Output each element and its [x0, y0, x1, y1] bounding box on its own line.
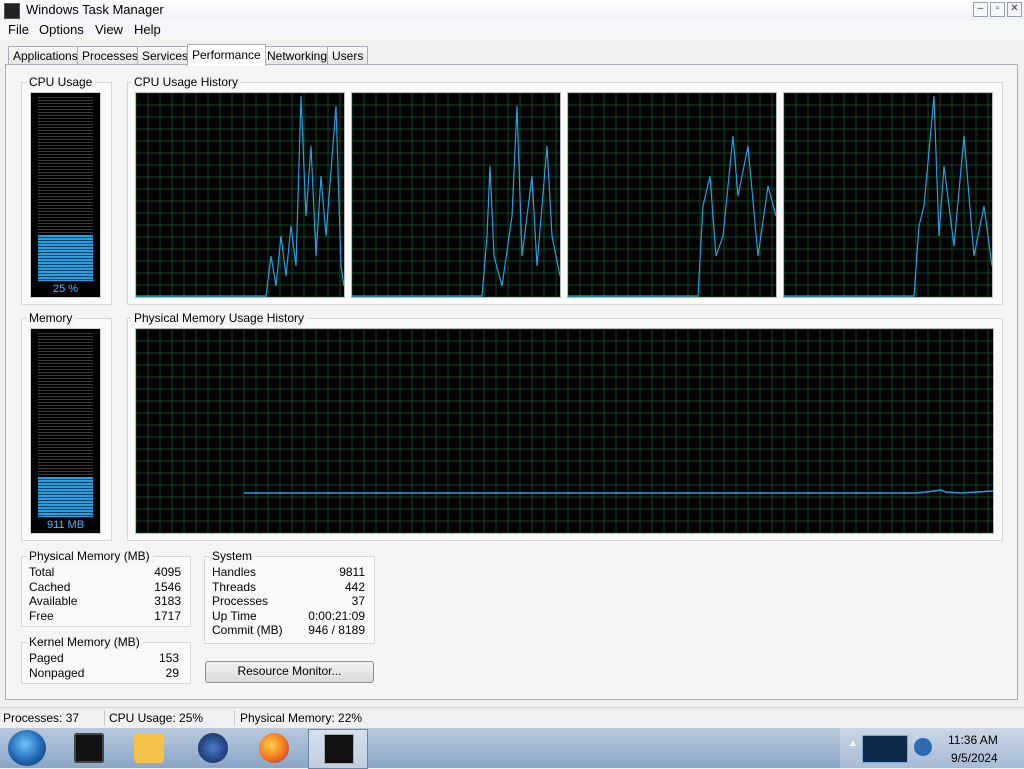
terminal-icon[interactable] [74, 733, 104, 763]
physical-cached-value: 1546 [154, 580, 181, 594]
kernel-memory-label: Kernel Memory (MB) [26, 635, 143, 649]
cpu-graph-svg-1 [136, 93, 344, 297]
cpu-history-trace [784, 95, 992, 297]
system-processes-label: Processes [212, 594, 269, 608]
system-threads-label: Threads [212, 580, 257, 594]
kernel-paged-value: 153 [158, 651, 179, 665]
system-commit-value: 946 / 8189 [308, 623, 365, 637]
status-separator [234, 710, 235, 726]
clock-time[interactable]: 11:36 AM [948, 733, 998, 747]
physical-free-value: 1717 [154, 609, 181, 623]
tray-expand-icon[interactable]: ▲ [848, 738, 858, 749]
cpu-history-graph-core-2 [351, 92, 561, 298]
memory-label: Memory [26, 311, 76, 325]
physical-total-label: Total [29, 565, 55, 579]
tab-applications[interactable]: Applications [8, 46, 83, 65]
globe-icon[interactable] [198, 733, 228, 763]
firefox-icon[interactable] [259, 733, 289, 763]
system-label: System [209, 549, 256, 563]
tab-users[interactable]: Users [327, 46, 369, 65]
close-button[interactable]: ✕ [1007, 2, 1022, 17]
tab-processes[interactable]: Processes [77, 46, 144, 65]
status-bar: Processes: 37 CPU Usage: 25% Physical Me… [0, 707, 1024, 729]
kernel-paged-label: Paged [29, 651, 64, 665]
cpu-history-trace [136, 95, 344, 297]
cpu-history-label: CPU Usage History [131, 75, 242, 89]
memory-meter: 911 MB [30, 328, 101, 534]
menu-help[interactable]: Help [132, 22, 163, 37]
status-separator [104, 710, 105, 726]
memory-graph-svg [136, 329, 993, 533]
cpu-graph-svg-2 [352, 93, 560, 297]
start-orb-icon[interactable] [8, 730, 46, 766]
clock-date[interactable]: 9/5/2024 [951, 751, 998, 765]
memory-history-graph [135, 328, 994, 534]
maximize-button[interactable]: ▫ [990, 2, 1005, 17]
window-title: Windows Task Manager [26, 2, 164, 17]
status-physical-memory: Physical Memory: 22% [240, 711, 363, 725]
physical-free-label: Free [29, 609, 54, 623]
cpu-usage-meter: 25 % [30, 92, 101, 298]
cpu-usage-label: CPU Usage [26, 75, 96, 89]
cpu-graph-svg-4 [784, 93, 992, 297]
physical-available-label: Available [29, 594, 78, 608]
cpu-history-graph-core-4 [783, 92, 993, 298]
cpu-history-graph-core-1 [135, 92, 345, 298]
resource-monitor-button[interactable]: Resource Monitor... [205, 661, 374, 683]
memory-meter-text: 911 MB [46, 519, 85, 531]
system-commit-label: Commit (MB) [212, 623, 283, 637]
network-icon[interactable] [914, 738, 932, 756]
cpu-history-graph-core-3 [567, 92, 777, 298]
memory-meter-fill [38, 477, 93, 517]
task-manager-icon [324, 734, 354, 764]
system-uptime-label: Up Time [212, 609, 257, 623]
cpu-graph-svg-3 [568, 93, 776, 297]
tab-networking[interactable]: Networking [262, 46, 333, 65]
menu-view[interactable]: View [93, 22, 125, 37]
tray-app-icon[interactable] [862, 735, 908, 763]
physical-memory-label: Physical Memory (MB) [26, 549, 153, 563]
physical-total-value: 4095 [154, 565, 181, 579]
status-processes: Processes: 37 [3, 711, 80, 725]
system-uptime-value: 0:00:21:09 [308, 609, 365, 623]
tab-services[interactable]: Services [137, 46, 194, 65]
kernel-nonpaged-value: 29 [165, 666, 179, 680]
kernel-nonpaged-label: Nonpaged [29, 666, 85, 680]
cpu-usage-meter-fill [38, 235, 93, 281]
media-player-icon[interactable] [134, 733, 164, 763]
menu-options[interactable]: Options [37, 22, 86, 37]
minimize-button[interactable]: – [973, 2, 988, 17]
system-handles-label: Handles [212, 565, 257, 579]
physical-available-value: 3183 [154, 594, 181, 608]
cpu-history-trace [568, 135, 776, 297]
menu-file[interactable]: File [6, 22, 31, 37]
memory-history-label: Physical Memory Usage History [131, 311, 308, 325]
system-handles-value: 9811 [339, 565, 365, 579]
system-threads-value: 442 [344, 580, 365, 594]
task-manager-app-icon [4, 3, 20, 19]
status-cpu-usage: CPU Usage: 25% [109, 711, 204, 725]
system-processes-value: 37 [351, 594, 365, 608]
tab-performance[interactable]: Performance [187, 44, 266, 66]
memory-history-trace [244, 489, 993, 494]
task-manager-taskbar-button[interactable] [308, 729, 368, 769]
cpu-usage-meter-text: 25 % [52, 283, 79, 295]
physical-cached-label: Cached [29, 580, 71, 594]
